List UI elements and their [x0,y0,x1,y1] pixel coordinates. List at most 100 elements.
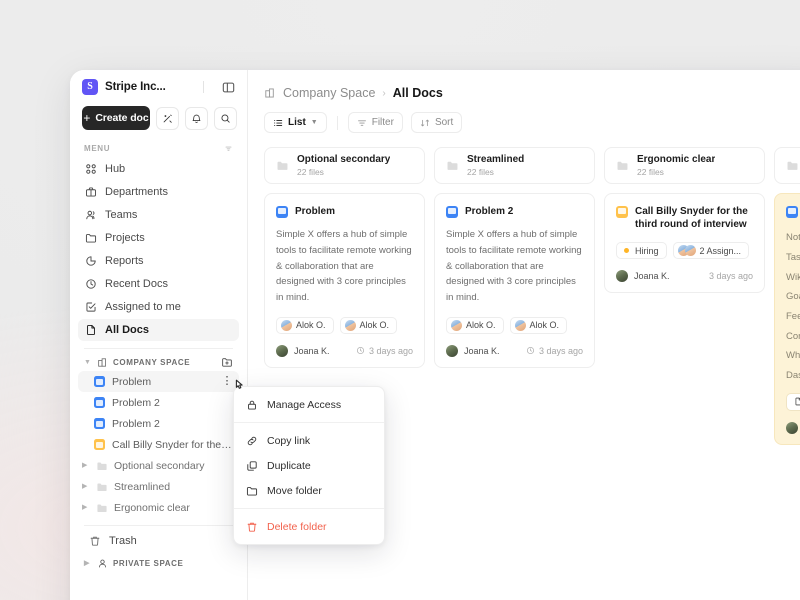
sidebar-doc-problem-2a[interactable]: Problem 2 [78,392,239,413]
details-button[interactable]: Details... [786,392,800,411]
folder-card[interactable]: Optional secondary 22 files [264,147,425,184]
folder-card-files: 22 files [467,167,494,178]
breadcrumb-space[interactable]: Company Space [283,86,375,100]
link-icon [245,434,258,447]
doc-card-time: 3 days ago [526,346,583,356]
sidebar-folder-streamlined[interactable]: ▶ Streamlined [78,476,239,497]
assignee-chip[interactable]: Alok O. [446,316,504,334]
panel-layout-icon[interactable] [219,78,237,96]
sort-button[interactable]: Sort [410,112,463,133]
sidebar-item-teams[interactable]: Teams [78,204,239,226]
user-profile-row[interactable]: Damien Green [78,596,239,600]
time-label: 3 days ago [708,271,753,282]
folder-card-files: 22 files [297,167,324,178]
subpage-item[interactable]: Dashboards/ [786,366,800,386]
doc-card-author: Joana K. [446,344,500,357]
status-label: Hiring [635,245,659,256]
sidebar-item-trash[interactable]: Trash [78,530,239,552]
menu-item-move-folder[interactable]: Move folder [234,478,384,503]
sidebar-item-reports[interactable]: Reports [78,250,239,272]
search-icon[interactable] [214,106,237,130]
sidebar-doc-call-billy[interactable]: Call Billy Snyder for the thi... [78,434,239,455]
sort-label: Sort [434,117,454,128]
subpage-item[interactable]: Feedback [786,307,800,327]
sidebar-item-assigned-to-me[interactable]: Assigned to me [78,296,239,318]
avatar [344,319,356,331]
sidebar-folder-optional-secondary[interactable]: ▶ Optional secondary [78,455,239,476]
subpage-item[interactable]: Wiki [786,268,800,288]
doc-card-title: Call Billy Snyder for the third round of… [635,206,748,231]
doc-blue-icon [446,205,458,218]
sidebar-item-all-docs[interactable]: All Docs [78,319,239,341]
company-space-header[interactable]: ▼ COMPANY SPACE [78,353,239,371]
bell-icon[interactable] [185,106,208,130]
menu-item-manage-access[interactable]: Manage Access [234,392,384,417]
menu-item-delete-folder[interactable]: Delete folder [234,514,384,539]
create-doc-button[interactable]: + Create doc [82,106,150,130]
sidebar-item-hub[interactable]: Hub [78,158,239,180]
author-name: Joana K. [464,345,500,356]
clock-icon [84,278,97,291]
folder-card[interactable]: Streamlined 22 files [434,147,595,184]
doc-card-author: Joana K. [786,422,800,435]
folder-card[interactable]: Ergonomic clear 22 files [604,147,765,184]
view-list-button[interactable]: List ▼ [264,112,327,133]
subpage-item[interactable]: Notes [786,228,800,248]
pie-chart-icon [84,255,97,268]
private-space-header[interactable]: ▶ PRIVATE SPACE [78,555,239,572]
sidebar-doc-problem-2b[interactable]: Problem 2 [78,413,239,434]
subpage-item[interactable]: Contacts [786,327,800,347]
sidebar-folder-label: Optional secondary [114,459,205,472]
time-label: 3 days ago [368,345,413,356]
doc-card-header: Call Billy Snyder for the third round of… [616,205,753,231]
company-space-label: COMPANY SPACE [113,357,191,367]
sidebar-item-label: Trash [109,535,137,547]
avatar [616,270,628,283]
subpage-item[interactable]: Tasks [786,248,800,268]
assignee-group-label: 2 Assign... [699,245,742,256]
add-folder-icon[interactable] [221,356,233,368]
magic-wand-icon[interactable] [156,106,179,130]
chevron-right-icon: ▶ [82,483,88,490]
subpage-item[interactable]: Whiteboard [786,346,800,366]
folder-icon [786,159,799,172]
avatar [684,245,696,257]
doc-card-title: Problem [295,206,336,217]
assignee-chip[interactable]: Alok O. [276,316,334,334]
sidebar-item-projects[interactable]: Projects [78,227,239,249]
sidebar-doc-problem[interactable]: Problem ⋮ [78,371,239,392]
sidebar-folder-ergonomic-clear[interactable]: ▶ Ergonomic clear [78,497,239,518]
sidebar-nav: MENU Hub Departments Teams Projects Repo… [70,140,247,596]
mouse-cursor [232,378,246,394]
doc-blue-icon [94,418,105,429]
folder-card-files: 22 files [637,167,664,178]
workspace-header[interactable]: S Stripe Inc... [70,70,247,104]
divider [234,508,384,509]
assignee-group-chip[interactable]: 2 Assign... [672,242,750,260]
doc-card-call-billy[interactable]: Call Billy Snyder for the third round of… [604,193,765,294]
status-badge[interactable]: Hiring [616,242,667,260]
avatar [281,319,292,331]
menu-item-duplicate[interactable]: Duplicate [234,453,384,478]
sidebar-item-departments[interactable]: Departments [78,181,239,203]
folder-card[interactable]: Intuitive n 22 files [774,147,800,184]
doc-card-problem-2[interactable]: Problem 2 Simple X offers a hub of simpl… [434,193,595,368]
avatar [446,344,458,357]
menu-section-label: MENU [78,140,239,158]
doc-card-problem[interactable]: Problem Simple X offers a hub of simple … [264,193,425,368]
doc-card-problem-expanded[interactable]: Problem Notes Tasks Wiki Goals Feedback … [774,193,800,446]
doc-card-chips: Alok O. Alok O. [276,316,413,334]
sidebar-item-recent-docs[interactable]: Recent Docs [78,273,239,295]
filter-label: Filter [371,117,394,128]
doc-card-footer: Joana K. 3 days ago [446,344,583,357]
collapse-menu-icon[interactable] [224,144,233,153]
divider [84,348,233,349]
subpage-item[interactable]: Goals [786,287,800,307]
workspace-logo: S [82,79,98,95]
assignee-chip[interactable]: Alok O. [339,316,398,334]
assignee-chip[interactable]: Alok O. [509,316,568,334]
menu-item-copy-link[interactable]: Copy link [234,428,384,453]
briefcase-icon [84,186,97,199]
filter-button[interactable]: Filter [347,112,403,133]
doc-card-author: Joana K. [276,344,330,357]
